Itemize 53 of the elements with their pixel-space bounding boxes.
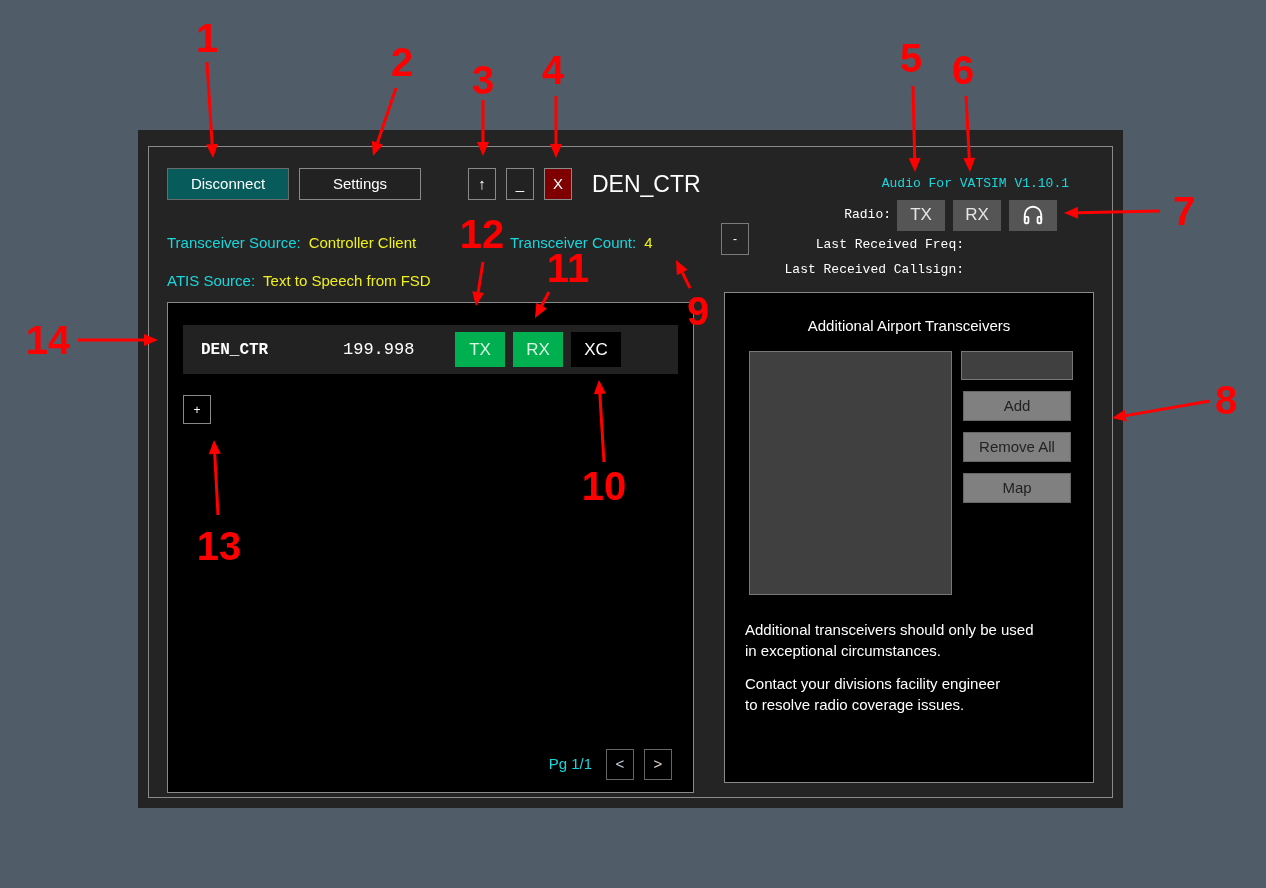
previous-page-button[interactable]: < <box>606 749 634 780</box>
airport-input-field[interactable] <box>961 351 1073 380</box>
close-button[interactable]: X <box>544 168 572 200</box>
airport-button[interactable]: Map <box>963 473 1071 503</box>
toolbar-button[interactable]: Settings <box>299 168 421 200</box>
annotation-number: 7 <box>1172 191 1196 231</box>
collapse-button[interactable]: - <box>721 222 749 255</box>
station-callsign: DEN_CTR <box>201 339 270 361</box>
last-received-label: Last Received Callsign: <box>784 261 964 278</box>
panel-title: Additional Airport Transceivers <box>807 315 1011 336</box>
annotation-number: 4 <box>541 50 565 90</box>
note-text: Contact your divisions facility engineer to resolve radio coverage issues. <box>745 674 1002 715</box>
radio-button[interactable]: RX <box>953 199 1001 231</box>
annotation-number: 12 <box>459 214 505 254</box>
page-indicator: Pg 1/1 <box>548 754 592 775</box>
add-station-button[interactable]: + <box>183 395 211 424</box>
note-text: Additional transceivers should only be used in exceptional circumstances. <box>745 620 1035 661</box>
annotation-number: 14 <box>25 320 71 360</box>
toolbar-button[interactable]: _ <box>506 168 534 200</box>
annotation-number: 8 <box>1214 380 1238 420</box>
info-label: Transceiver Source: <box>167 233 301 253</box>
annotation-number: 3 <box>471 60 495 100</box>
radio-button[interactable]: TX <box>897 199 945 231</box>
annotation-arrow <box>472 261 485 306</box>
annotation-number: 5 <box>899 38 923 78</box>
annotation-arrow <box>676 260 692 289</box>
headphones-icon <box>1022 204 1044 226</box>
station-frequency: 199.998 <box>343 338 416 361</box>
airport-button[interactable]: Remove All <box>963 432 1071 462</box>
info-value: 4 <box>644 233 653 253</box>
version-text: Audio For VATSIM V1.10.1 <box>881 175 1069 193</box>
annotation-arrow <box>477 100 489 156</box>
window-title: DEN_CTR <box>592 169 701 199</box>
airport-button[interactable]: Add <box>963 391 1071 421</box>
headphones-button[interactable] <box>1009 199 1057 231</box>
annotation-number: 2 <box>390 42 414 82</box>
annotation-number: 13 <box>196 526 242 566</box>
next-page-button[interactable]: > <box>644 749 672 780</box>
radio-label: Radio: <box>844 206 891 225</box>
toolbar-button[interactable]: Disconnect <box>167 168 289 200</box>
toggle-button[interactable]: XC <box>571 332 621 367</box>
annotation-arrow <box>371 87 398 156</box>
annotation-number: 6 <box>951 50 975 90</box>
last-received-label: Last Received Freq: <box>815 236 964 253</box>
annotation-number: 1 <box>195 18 219 58</box>
toolbar-button[interactable]: ↑ <box>468 168 496 200</box>
info-value: Text to Speech from FSD <box>263 270 431 291</box>
annotation-arrow <box>535 291 551 318</box>
annotation-number: 9 <box>686 291 710 331</box>
annotation-arrow <box>550 96 562 158</box>
annotation-number: 10 <box>581 466 627 506</box>
info-label: ATIS Source: <box>167 270 256 291</box>
info-value: Controller Client <box>308 233 417 253</box>
